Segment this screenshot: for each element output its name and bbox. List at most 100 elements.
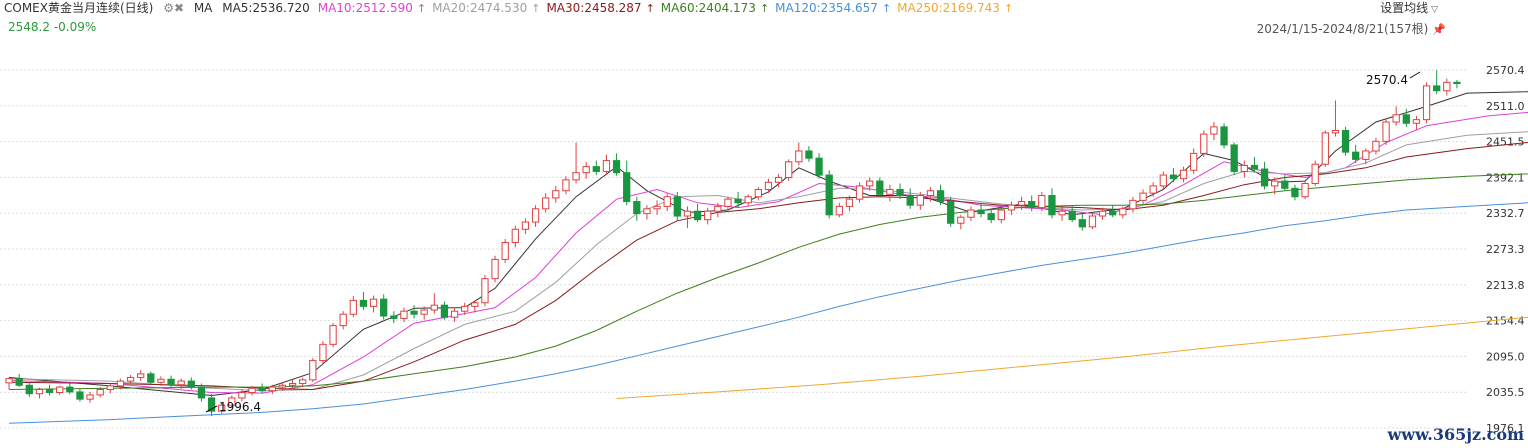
candle-body [1028, 201, 1036, 209]
candle-body [147, 373, 155, 383]
candle-body [299, 379, 307, 384]
candle-body [572, 172, 580, 181]
candle-body [693, 210, 702, 221]
candle-body [855, 185, 864, 200]
candle-body [1078, 219, 1086, 228]
candle-body [410, 310, 418, 315]
candle-body [96, 389, 104, 396]
candle-body [592, 166, 600, 172]
candle-body [1068, 210, 1076, 221]
candle-body [521, 221, 530, 230]
candle-body [653, 205, 661, 210]
candle-body [1260, 168, 1269, 187]
candle-body [1422, 85, 1431, 121]
candle-body [157, 378, 165, 383]
candle-body [542, 197, 550, 210]
candlestick-chart[interactable]: 2570.4 2511.0 2451.5 2392.1 2332.7 2273.3 2213… [0, 0, 1528, 448]
candle-body [35, 389, 44, 395]
candle-body [1250, 164, 1259, 170]
candle-body [461, 305, 469, 312]
candle-body [714, 205, 722, 212]
candle-body [1331, 129, 1340, 134]
candle-body [896, 189, 904, 197]
candle-body [339, 313, 347, 327]
candle-body [612, 160, 621, 174]
candle-body [663, 196, 671, 207]
candle-body [1200, 133, 1208, 154]
candle-body [825, 174, 833, 216]
y-tick-label: 2392.1 [1486, 171, 1525, 184]
y-tick-label: 2570.4 [1486, 64, 1525, 77]
candle-body [1433, 85, 1441, 92]
candle-body [1281, 180, 1289, 189]
candle-body [116, 380, 125, 387]
ma-line-ma30 [9, 141, 1528, 391]
candle-body [805, 150, 813, 159]
candle-body [1291, 187, 1299, 198]
candle-body [1372, 140, 1380, 152]
candle-body [369, 298, 378, 307]
candle-body [66, 386, 74, 393]
candle-body [1240, 164, 1248, 172]
candle-body [1402, 114, 1410, 124]
candle-body [1169, 174, 1178, 180]
candle-body [764, 181, 773, 191]
candle-body [602, 160, 611, 172]
candle-body [177, 380, 185, 386]
candle-body [288, 382, 297, 386]
candle-body [1179, 169, 1188, 180]
candle-body [785, 161, 793, 178]
watermark: www.365jz.com [1387, 425, 1524, 444]
candle-body [1098, 210, 1107, 217]
y-tick-label: 2095.0 [1486, 350, 1525, 363]
candle-body [349, 299, 357, 315]
candle-body [1109, 210, 1117, 216]
candle-body [76, 391, 84, 400]
candle-body [390, 315, 398, 319]
candle-body [187, 380, 195, 388]
candle-body [916, 195, 924, 206]
candle-body [1159, 174, 1167, 187]
candle-body [906, 195, 914, 206]
candle-body [106, 385, 114, 391]
candle-body [1453, 81, 1461, 84]
candle-body [643, 208, 651, 215]
candle-body [1088, 215, 1097, 228]
ma-line-ma250 [616, 316, 1528, 399]
candle-body [947, 201, 955, 224]
candle-body [673, 196, 681, 217]
candle-body [866, 180, 874, 187]
candle-body [1007, 204, 1016, 211]
candle-body [45, 389, 54, 394]
candle-body [1341, 129, 1350, 153]
candle-body [1017, 201, 1026, 206]
candle-body [1271, 180, 1279, 187]
candle-body [15, 378, 23, 386]
candle-body [1301, 182, 1309, 198]
candle-body [926, 190, 935, 197]
candle-body [1311, 163, 1319, 184]
candle-body [531, 208, 540, 223]
max-price-arrow [1409, 71, 1421, 79]
candle-body [623, 172, 631, 203]
candle-body [582, 166, 590, 174]
candle-body [754, 189, 762, 198]
candle-body [319, 343, 327, 362]
candle-body [258, 387, 266, 392]
candle-body [1220, 126, 1228, 146]
candle-body [481, 278, 489, 304]
candle-body [1129, 199, 1137, 210]
candle-body [309, 360, 317, 381]
candle-body [1382, 121, 1390, 142]
candle-body [552, 190, 560, 199]
candle-body [704, 210, 712, 221]
candle-body [977, 209, 985, 215]
candle-body [450, 310, 459, 318]
candle-body [440, 304, 449, 318]
candle-body [248, 387, 256, 394]
candle-body [886, 189, 894, 195]
y-tick-label: 2213.8 [1486, 279, 1525, 292]
candle-body [511, 228, 519, 244]
candle-body [491, 258, 499, 280]
y-tick-label: 2451.5 [1486, 136, 1525, 149]
